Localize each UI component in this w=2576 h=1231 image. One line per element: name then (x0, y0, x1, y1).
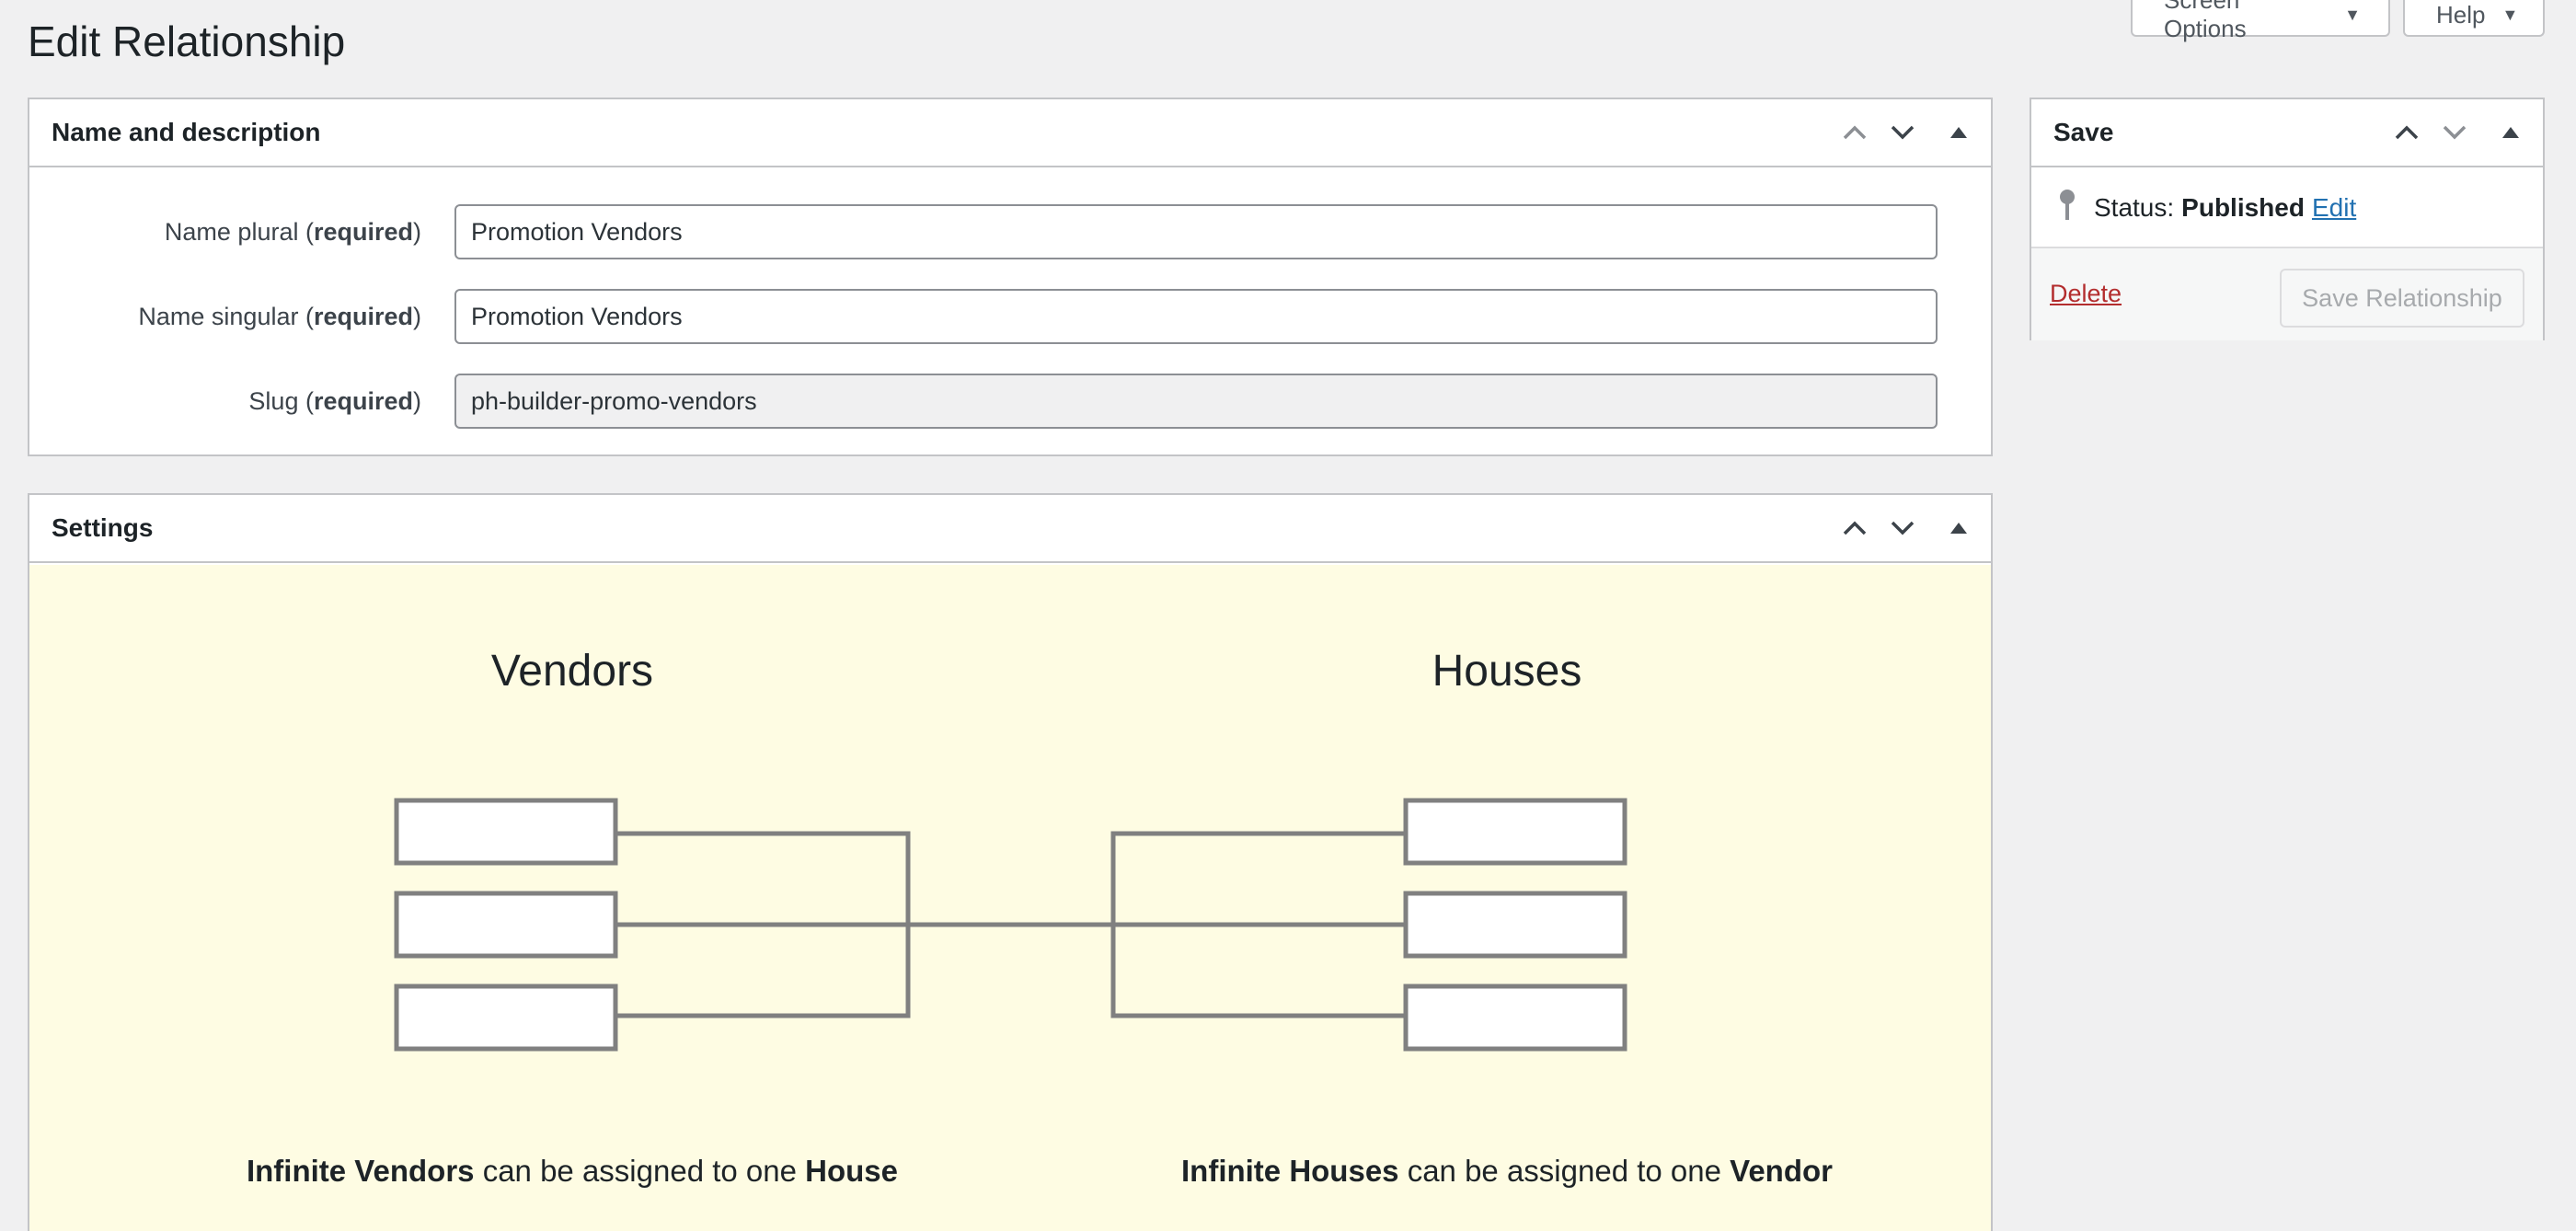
connector-lines (615, 831, 1406, 1018)
name-plural-input[interactable]: Promotion Vendors (454, 204, 1938, 259)
caret-down-icon: ▼ (2501, 5, 2519, 24)
chevron-down-icon (1891, 521, 1915, 535)
right-item-box (1403, 984, 1627, 1052)
move-up-button[interactable] (2383, 99, 2431, 166)
move-up-button[interactable] (1831, 495, 1879, 561)
name-singular-input[interactable]: Promotion Vendors (454, 289, 1938, 344)
status-row: Status: Published Edit (2031, 169, 2543, 247)
help-label: Help (2436, 0, 2486, 29)
triangle-up-icon (1950, 523, 1967, 534)
right-caption: Infinite Houses can be assigned to one V… (1181, 1154, 1833, 1188)
handle-actions (1831, 495, 1991, 561)
name-description-box: Name and description Name plural (requir… (28, 98, 1993, 456)
status-value: Published (2181, 193, 2305, 222)
left-caption: Infinite Vendors can be assigned to one … (246, 1154, 898, 1188)
chevron-down-icon (1891, 125, 1915, 140)
screen-options-label: Screen Options (2164, 0, 2247, 42)
toggle-panel-button[interactable] (2478, 99, 2543, 166)
name-plural-label: Name plural (required) (164, 217, 421, 246)
relationship-diagram-area: Vendors Houses Infinite Vendors can be a… (29, 565, 1991, 1231)
left-item-box (394, 984, 618, 1052)
postbox-header: Save (2031, 99, 2543, 167)
handle-actions (2383, 99, 2543, 166)
caret-down-icon: ▼ (2344, 5, 2361, 24)
postbox-header: Name and description (29, 99, 1991, 167)
toggle-panel-button[interactable] (1926, 495, 1991, 561)
toggle-panel-button[interactable] (1926, 99, 1991, 166)
chevron-up-icon (1843, 125, 1867, 140)
left-item-box (394, 891, 618, 959)
move-down-button[interactable] (1879, 495, 1926, 561)
delete-link[interactable]: Delete (2050, 280, 2122, 308)
edit-status-link[interactable]: Edit (2312, 193, 2356, 223)
pushpin-icon (2057, 189, 2077, 228)
status-label: Status: (2094, 193, 2175, 222)
page-title: Edit Relationship (28, 17, 346, 65)
move-down-button[interactable] (2431, 99, 2478, 166)
save-relationship-button[interactable]: Save Relationship (2280, 269, 2524, 328)
slug-label: Slug (required) (248, 386, 421, 415)
handle-actions (1831, 99, 1991, 166)
slug-input: ph-builder-promo-vendors (454, 374, 1938, 429)
left-item-box (394, 798, 618, 866)
postbox-title: Name and description (52, 118, 321, 146)
settings-box: Settings Vendors Houses Infinite Vendors… (28, 493, 1993, 1231)
postbox-header: Settings (29, 495, 1991, 563)
postbox-title: Settings (52, 513, 154, 542)
chevron-up-icon (2395, 125, 2419, 140)
page: Screen Options ▼ Help ▼ Edit Relationshi… (0, 0, 2576, 1231)
save-box: Save Status: Published Edit Delete Save … (2030, 98, 2545, 340)
triangle-up-icon (1950, 127, 1967, 138)
postbox-title: Save (2053, 118, 2114, 146)
major-publishing-actions: Delete Save Relationship (2031, 247, 2543, 340)
form-row-name-plural: Name plural (required) Promotion Vendors (29, 204, 1991, 259)
screen-options-button[interactable]: Screen Options ▼ (2131, 0, 2390, 42)
right-item-box (1403, 798, 1627, 866)
form-row-slug: Slug (required) ph-builder-promo-vendors (29, 374, 1991, 429)
help-button[interactable]: Help ▼ (2403, 0, 2545, 37)
name-singular-label: Name singular (required) (138, 302, 421, 330)
move-up-button[interactable] (1831, 99, 1879, 166)
move-down-button[interactable] (1879, 99, 1926, 166)
chevron-up-icon (1843, 521, 1867, 535)
form-row-name-singular: Name singular (required) Promotion Vendo… (29, 289, 1991, 344)
triangle-up-icon (2502, 127, 2519, 138)
chevron-down-icon (2443, 125, 2467, 140)
relationship-diagram (394, 798, 1627, 1052)
right-item-box (1403, 891, 1627, 959)
